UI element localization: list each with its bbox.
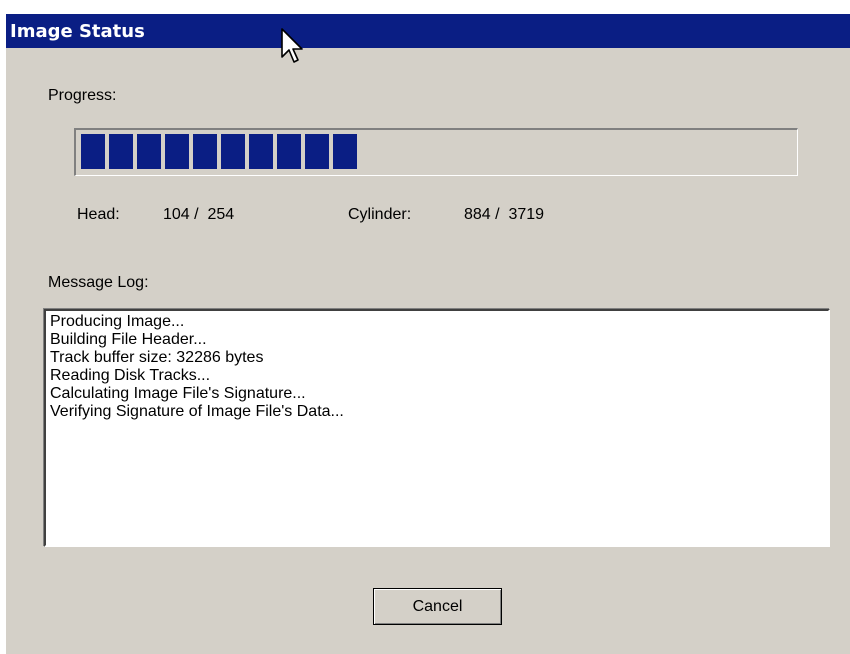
progress-bar: [74, 128, 798, 176]
message-log[interactable]: Producing Image... Building File Header.…: [44, 309, 830, 547]
log-line: Verifying Signature of Image File's Data…: [50, 403, 344, 420]
log-line: Producing Image...: [50, 313, 185, 330]
log-line: Track buffer size: 32286 bytes: [50, 349, 264, 366]
progress-fill: [81, 134, 359, 169]
cylinder-label: Cylinder:: [348, 206, 412, 223]
mouse-pointer-icon: [281, 28, 303, 63]
log-line: Building File Header...: [50, 331, 207, 348]
image-status-dialog: Image Status Progress: Head: 104 / 254 C…: [5, 14, 850, 654]
cylinder-value: 884 / 3719: [464, 206, 545, 223]
message-log-label: Message Log:: [48, 274, 149, 291]
progress-label: Progress:: [48, 87, 117, 104]
title-bar[interactable]: Image Status: [6, 14, 850, 48]
cancel-button[interactable]: Cancel: [373, 588, 502, 625]
head-label: Head:: [77, 206, 120, 223]
head-value: 104 / 254: [163, 206, 235, 223]
window-title: Image Status: [10, 21, 145, 42]
log-line: Calculating Image File's Signature...: [50, 385, 306, 402]
log-line: Reading Disk Tracks...: [50, 367, 211, 384]
